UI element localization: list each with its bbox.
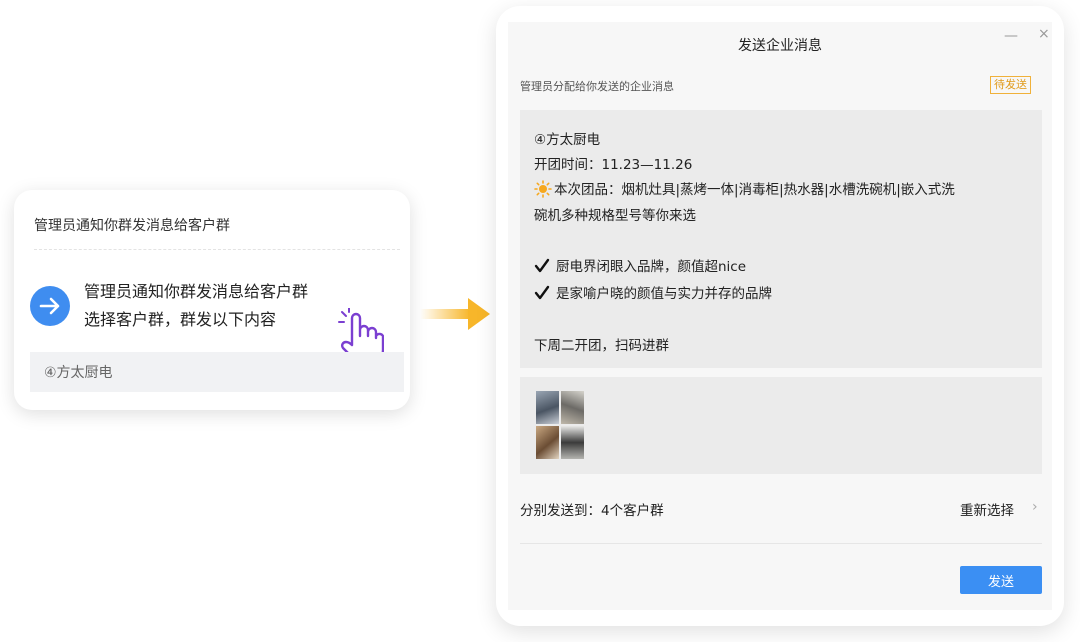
notice-title: 管理员通知你群发消息给客户群 <box>34 218 230 234</box>
image-thumbnail[interactable] <box>536 391 584 459</box>
message-content: ④方太厨电 开团时间：11.23—11.26 本次团品：烟机灶具|蒸烤一体|消毒… <box>520 110 1042 368</box>
check-icon <box>534 258 550 273</box>
sun-icon <box>534 180 552 198</box>
close-button[interactable]: × <box>1038 26 1050 42</box>
image-attachment <box>520 377 1042 474</box>
send-message-dialog: 发送企业消息 — × 管理员分配给你发送的企业消息 待发送 ④方太厨电 开团时间… <box>508 22 1052 610</box>
message-line: 厨电界闭眼入品牌，颜值超nice <box>534 255 746 275</box>
divider <box>520 543 1042 544</box>
dialog-subtitle: 管理员分配给你发送的企业消息 <box>520 80 674 93</box>
notice-preview-text: ④方太厨电 <box>44 365 113 381</box>
thumbnail-tile <box>561 391 584 424</box>
minimize-button[interactable]: — <box>1004 28 1018 44</box>
check-icon <box>534 285 550 300</box>
send-button[interactable]: 发送 <box>960 566 1042 594</box>
notice-preview: ④方太厨电 <box>30 352 404 392</box>
message-line-text: 厨电界闭眼入品牌，颜值超nice <box>556 259 747 275</box>
message-line: 下周二开团，扫码进群 <box>534 338 669 354</box>
message-line: 碗机多种规格型号等你来选 <box>534 208 696 224</box>
arrow-right-icon <box>30 286 70 326</box>
message-line-text: 本次团品：烟机灶具|蒸烤一体|消毒柜|热水器|水槽洗碗机|嵌入式洗 <box>554 182 955 198</box>
send-to-label: 分别发送到：4个客户群 <box>520 503 664 519</box>
notice-message-line2: 选择客户群，群发以下内容 <box>84 310 277 329</box>
message-line: ④方太厨电 <box>534 132 601 148</box>
thumbnail-tile <box>561 426 584 459</box>
notice-card[interactable]: 管理员通知你群发消息给客户群 管理员通知你群发消息给客户群 选择客户群，群发以下… <box>14 190 410 410</box>
notice-message-line1: 管理员通知你群发消息给客户群 <box>84 282 309 301</box>
chevron-right-icon[interactable]: › <box>1032 499 1038 515</box>
message-line: 开团时间：11.23—11.26 <box>534 157 693 173</box>
dialog-title: 发送企业消息 <box>738 38 822 54</box>
thumbnail-tile <box>536 426 559 459</box>
status-badge: 待发送 <box>990 76 1031 94</box>
notice-divider <box>34 249 400 250</box>
message-line: 本次团品：烟机灶具|蒸烤一体|消毒柜|热水器|水槽洗碗机|嵌入式洗 <box>534 178 955 198</box>
message-line: 是家喻户晓的颜值与实力并存的品牌 <box>534 282 772 302</box>
flow-arrow-icon <box>420 298 490 330</box>
message-line-text: 是家喻户晓的颜值与实力并存的品牌 <box>556 286 772 302</box>
thumbnail-tile <box>536 391 559 424</box>
reselect-link[interactable]: 重新选择 <box>960 499 1014 519</box>
